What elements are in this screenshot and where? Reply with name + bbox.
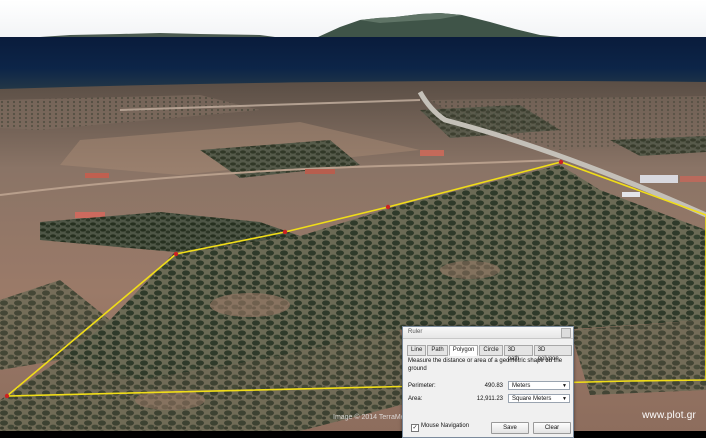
chevron-down-icon: ▼ <box>562 396 567 402</box>
perimeter-unit: Meters <box>512 383 531 389</box>
polygon-vertex[interactable] <box>282 229 288 235</box>
mouse-navigation-label: Mouse Navigation <box>421 423 470 429</box>
area-unit: Square Meters <box>512 396 552 402</box>
chevron-down-icon: ▼ <box>562 383 567 389</box>
tab-path[interactable]: Path <box>427 345 448 356</box>
clear-button[interactable]: Clear <box>533 422 571 434</box>
tab-3d-polygon[interactable]: 3D polygon <box>533 345 572 362</box>
perimeter-value: 490.83 <box>484 383 503 389</box>
map-viewport[interactable]: Image © 2014 TerraMetrics www.plot.gr <box>0 0 706 431</box>
polygon-vertex[interactable] <box>385 204 391 210</box>
ruler-tabs: Line Path Polygon Circle 3D path 3D poly… <box>407 345 573 362</box>
area-label: Area: <box>408 396 423 402</box>
terrain-view[interactable] <box>0 0 706 431</box>
perimeter-label: Perimeter: <box>408 383 436 389</box>
area-value: 12,911.23 <box>476 396 503 402</box>
tab-circle[interactable]: Circle <box>479 345 503 356</box>
ruler-dialog: Ruler Line Path Polygon Circle 3D path 3… <box>402 326 574 438</box>
watermark: www.plot.gr <box>642 410 696 421</box>
perimeter-unit-select[interactable]: Meters ▼ <box>508 381 570 390</box>
ruler-description: Measure the distance or area of a geomet… <box>408 358 563 372</box>
ruler-footer: ✓ Mouse Navigation Save Clear <box>407 422 571 434</box>
area-unit-select[interactable]: Square Meters ▼ <box>508 394 570 403</box>
ruler-title: Ruler <box>408 329 423 335</box>
close-icon[interactable] <box>561 328 571 338</box>
polygon-vertex[interactable] <box>4 393 10 399</box>
tab-polygon[interactable]: Polygon <box>448 345 479 356</box>
tab-3d-path[interactable]: 3D path <box>503 345 533 362</box>
tab-line[interactable]: Line <box>407 345 427 356</box>
polygon-vertex[interactable] <box>173 251 179 257</box>
polygon-vertex[interactable] <box>558 159 564 165</box>
save-button[interactable]: Save <box>491 422 529 434</box>
ruler-titlebar[interactable]: Ruler <box>403 327 573 339</box>
